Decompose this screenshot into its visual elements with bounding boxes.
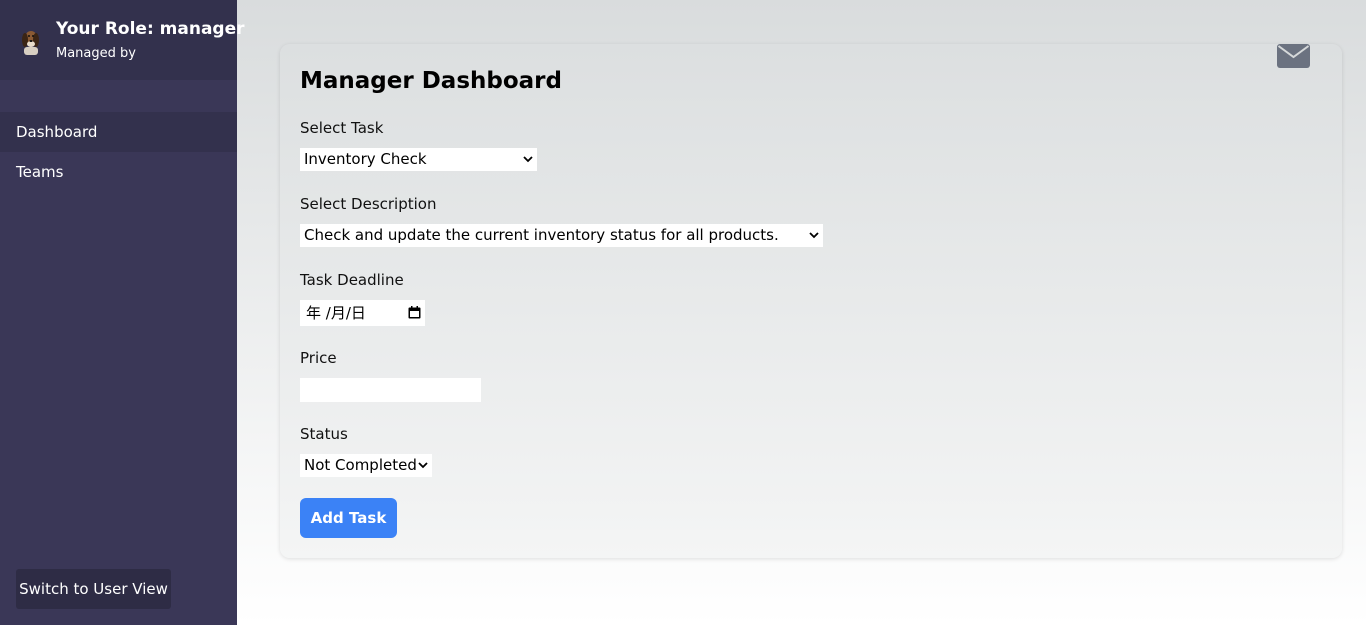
chevron-down-icon bbox=[523, 156, 533, 163]
status-select-value: Not Completed bbox=[304, 456, 417, 474]
sidebar: Your Role: manager Managed by Dashboard … bbox=[0, 0, 245, 625]
chevron-down-icon bbox=[809, 232, 819, 239]
calendar-icon[interactable] bbox=[408, 306, 421, 319]
description-select-value: Check and update the current inventory s… bbox=[304, 226, 779, 244]
sidebar-nav: Dashboard Teams bbox=[0, 112, 237, 192]
role-title: Your Role: manager bbox=[56, 19, 245, 39]
price-label: Price bbox=[300, 349, 337, 367]
managed-by-text: Managed by bbox=[56, 46, 136, 61]
dashboard-card: Manager Dashboard Select Task Inventory … bbox=[280, 44, 1342, 558]
task-deadline-input[interactable]: 年 /月/日 bbox=[300, 300, 425, 326]
select-description-label: Select Description bbox=[300, 195, 437, 213]
task-select-value: Inventory Check bbox=[304, 150, 427, 168]
price-input[interactable] bbox=[300, 378, 481, 402]
page-title: Manager Dashboard bbox=[300, 68, 562, 94]
select-task-label: Select Task bbox=[300, 119, 384, 137]
sidebar-item-dashboard[interactable]: Dashboard bbox=[0, 112, 237, 152]
envelope-icon[interactable] bbox=[1277, 44, 1310, 68]
dog-avatar-icon bbox=[22, 31, 39, 55]
task-deadline-label: Task Deadline bbox=[300, 271, 404, 289]
status-label: Status bbox=[300, 425, 348, 443]
chevron-down-icon bbox=[418, 462, 428, 469]
sidebar-header: Your Role: manager Managed by bbox=[0, 0, 245, 80]
status-select[interactable]: Not Completed bbox=[300, 454, 432, 477]
task-deadline-placeholder: 年 /月/日 bbox=[306, 304, 366, 322]
description-select[interactable]: Check and update the current inventory s… bbox=[300, 224, 823, 247]
sidebar-item-teams[interactable]: Teams bbox=[0, 152, 237, 192]
switch-to-user-view-button[interactable]: Switch to User View bbox=[16, 569, 171, 609]
add-task-button[interactable]: Add Task bbox=[300, 498, 397, 538]
task-select[interactable]: Inventory Check bbox=[300, 148, 537, 171]
